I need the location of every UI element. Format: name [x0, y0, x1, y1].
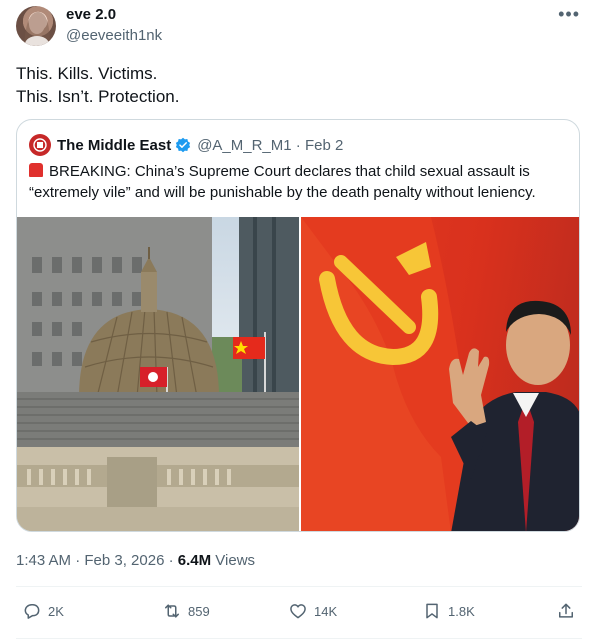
views-label: Views — [211, 552, 256, 569]
reply-icon — [24, 604, 40, 619]
quoted-tweet-card[interactable]: The Middle East @A_M_R_M1 · Feb 2 BREAKI… — [16, 119, 580, 532]
share-button[interactable] — [556, 597, 582, 625]
reply-count: 2K — [48, 603, 64, 619]
tweet-timestamp-views: 1:43 AM · Feb 3, 2026 · 6.4M Views — [16, 552, 255, 569]
rotating-light-icon — [29, 163, 43, 177]
repost-count: 859 — [188, 603, 210, 619]
bookmark-icon — [426, 603, 438, 619]
share-icon — [559, 603, 573, 618]
bookmark-count: 1.8K — [448, 603, 475, 619]
action-bar: 2K 859 14K 1.8K — [16, 597, 582, 625]
repost-icon — [165, 604, 179, 618]
tweet-timestamp[interactable]: 1:43 AM · Feb 3, 2026 · — [16, 552, 178, 569]
bookmark-button[interactable]: 1.8K — [422, 597, 475, 625]
flag-illustration — [301, 217, 579, 531]
quoted-tweet-text: BREAKING: China’s Supreme Court declares… — [29, 161, 569, 203]
verified-badge-icon — [176, 137, 191, 153]
repost-button[interactable]: 859 — [162, 597, 210, 625]
author-handle[interactable]: @eeveeith1nk — [66, 27, 162, 44]
flag-and-person-photo[interactable] — [301, 217, 579, 531]
bottom-divider — [16, 638, 582, 639]
court-building-illustration — [17, 217, 299, 531]
divider — [16, 586, 582, 587]
more-horizontal-icon[interactable]: ••• — [558, 4, 580, 25]
quoted-avatar-emblem — [33, 138, 47, 152]
like-count: 14K — [314, 603, 338, 619]
quoted-author-name[interactable]: The Middle East — [57, 137, 171, 154]
views-count: 6.4M — [177, 552, 212, 569]
reply-button[interactable]: 2K — [22, 597, 64, 625]
quoted-tweet-header: The Middle East @A_M_R_M1 · Feb 2 — [29, 134, 343, 156]
tweet-text: This. Kills. Victims. This. Isn’t. Prote… — [16, 62, 179, 108]
quoted-text-line-2: “extremely vile” and will be punishable … — [29, 184, 536, 201]
quoted-text-line-1-content: BREAKING: China’s Supreme Court declares… — [49, 163, 530, 180]
court-building-photo[interactable] — [17, 217, 299, 531]
author-avatar[interactable] — [16, 6, 56, 46]
author-display-name[interactable]: eve 2.0 — [66, 6, 116, 23]
heart-icon — [290, 604, 306, 619]
like-button[interactable]: 14K — [288, 597, 337, 625]
quoted-author-avatar[interactable] — [29, 134, 51, 156]
tweet-line-1: This. Kills. Victims. — [16, 64, 158, 83]
avatar-portrait — [24, 12, 50, 46]
quoted-author-handle-date[interactable]: @A_M_R_M1 · Feb 2 — [197, 137, 343, 154]
quoted-text-line-1: BREAKING: China’s Supreme Court declares… — [29, 161, 569, 182]
tweet-line-2: This. Isn’t. Protection. — [16, 87, 180, 106]
